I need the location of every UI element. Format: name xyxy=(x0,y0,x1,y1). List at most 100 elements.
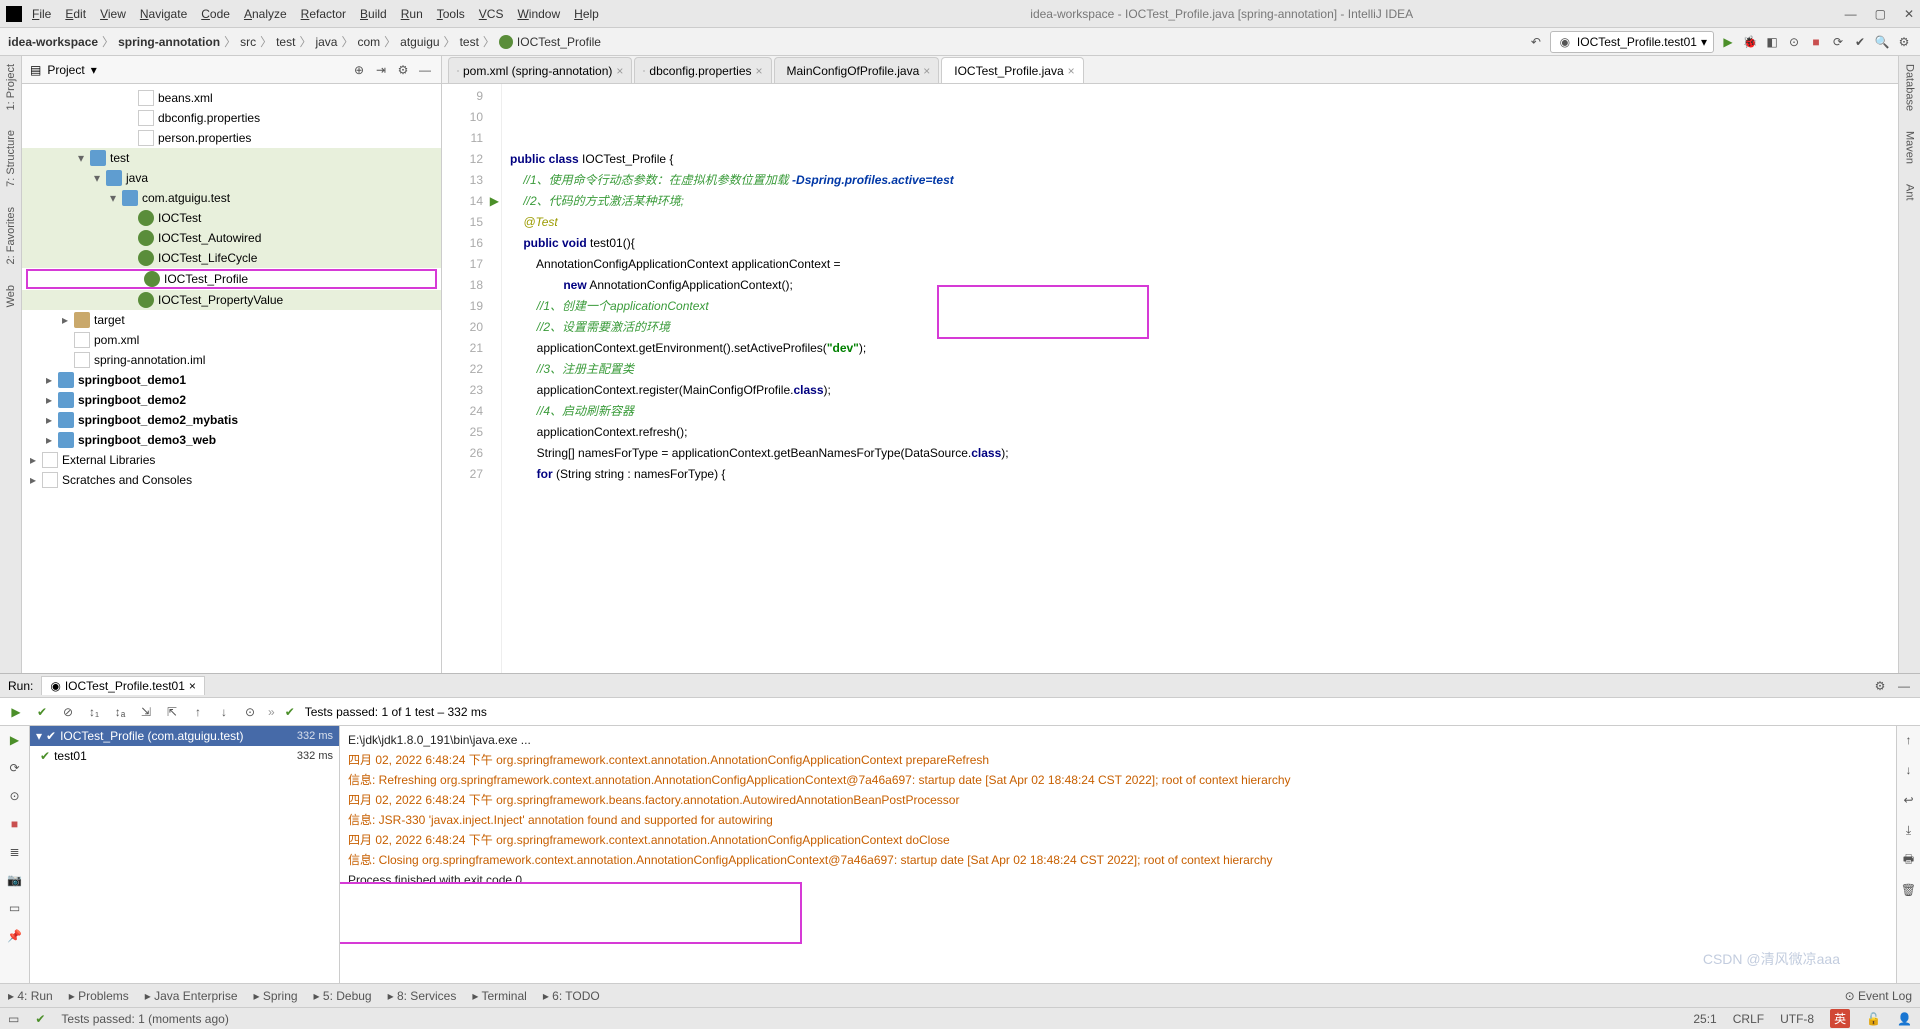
tool-window-button[interactable]: Web xyxy=(5,285,17,307)
stop-button[interactable]: ■ xyxy=(1808,34,1824,50)
tree-item[interactable]: IOCTest_Profile xyxy=(26,269,437,289)
toggle-auto-icon[interactable]: ⊙ xyxy=(7,788,23,804)
breadcrumb[interactable]: idea-workspace〉spring-annotation〉src〉tes… xyxy=(8,33,1522,50)
project-tree[interactable]: beans.xmldbconfig.propertiesperson.prope… xyxy=(22,84,441,673)
close-icon[interactable]: × xyxy=(189,679,196,693)
rerun-failed-icon[interactable]: ⟳ xyxy=(7,760,23,776)
print-icon[interactable]: 🖶 xyxy=(1901,852,1917,868)
pin-icon[interactable]: 📌 xyxy=(7,928,23,944)
breadcrumb-segment[interactable]: test xyxy=(460,35,479,49)
code-editor[interactable]: 91011121314▶15161718192021222324252627 p… xyxy=(442,84,1898,673)
tree-item[interactable]: spring-annotation.iml xyxy=(22,350,441,370)
run-button[interactable]: ▶ xyxy=(1720,34,1736,50)
tree-item[interactable]: ▾com.atguigu.test xyxy=(22,188,441,208)
close-icon[interactable]: ✕ xyxy=(1904,7,1914,21)
back-arrow-icon[interactable]: ↶ xyxy=(1528,34,1544,50)
bottom-tool-button[interactable]: ▸ Problems xyxy=(69,989,129,1003)
bottom-tool-button[interactable]: ▸ Terminal xyxy=(472,989,527,1003)
tool-window-button[interactable]: 2: Favorites xyxy=(5,207,17,264)
menu-run[interactable]: Run xyxy=(401,7,423,21)
breadcrumb-segment[interactable]: com xyxy=(357,35,380,49)
run-gutter-icon[interactable]: ▶ xyxy=(485,191,499,205)
tree-item[interactable]: IOCTest xyxy=(22,208,441,228)
menu-navigate[interactable]: Navigate xyxy=(140,7,187,21)
rerun-side-button[interactable]: ▶ xyxy=(7,732,23,748)
editor-tab[interactable]: dbconfig.properties× xyxy=(634,57,771,83)
minimize-icon[interactable]: — xyxy=(1845,7,1857,21)
file-encoding[interactable]: UTF-8 xyxy=(1780,1012,1814,1026)
coverage-button[interactable]: ◧ xyxy=(1764,34,1780,50)
collapse-all-icon[interactable]: ⇥ xyxy=(373,62,389,78)
breadcrumb-segment[interactable]: spring-annotation xyxy=(118,35,220,49)
menu-view[interactable]: View xyxy=(100,7,126,21)
status-info-icon[interactable]: ▭ xyxy=(8,1012,19,1026)
search-icon[interactable]: 🔍 xyxy=(1874,34,1890,50)
stop-side-button[interactable]: ■ xyxy=(7,816,23,832)
lock-icon[interactable]: 🔓 xyxy=(1866,1012,1881,1026)
bottom-tool-button[interactable]: ▸ Spring xyxy=(254,989,298,1003)
test-tree-row[interactable]: ▾✔IOCTest_Profile (com.atguigu.test)332 … xyxy=(30,726,339,746)
menu-tools[interactable]: Tools xyxy=(437,7,465,21)
profile-button[interactable]: ⊙ xyxy=(1786,34,1802,50)
test-tree-row[interactable]: ✔test01332 ms xyxy=(30,746,339,766)
debug-button[interactable]: 🐞 xyxy=(1742,34,1758,50)
caret-position[interactable]: 25:1 xyxy=(1693,1012,1716,1026)
tree-item[interactable]: beans.xml xyxy=(22,88,441,108)
locate-icon[interactable]: ⊕ xyxy=(351,62,367,78)
breadcrumb-segment[interactable]: src xyxy=(240,35,256,49)
toggle-ignored-icon[interactable]: ⊘ xyxy=(60,704,76,720)
maximize-icon[interactable]: ▢ xyxy=(1875,7,1886,21)
menu-help[interactable]: Help xyxy=(574,7,599,21)
camera-icon[interactable]: 📷 xyxy=(7,872,23,888)
editor-tab[interactable]: pom.xml (spring-annotation)× xyxy=(448,57,632,83)
collapse-all-icon[interactable]: ⇱ xyxy=(164,704,180,720)
breadcrumb-segment[interactable]: test xyxy=(276,35,295,49)
breadcrumb-segment[interactable]: atguigu xyxy=(400,35,439,49)
bottom-tool-button[interactable]: ▸ 6: TODO xyxy=(543,989,600,1003)
hide-icon[interactable]: — xyxy=(1896,678,1912,694)
inspection-icon[interactable]: 👤 xyxy=(1897,1012,1912,1026)
tree-item[interactable]: person.properties xyxy=(22,128,441,148)
close-icon[interactable]: × xyxy=(756,64,763,78)
import-results-icon[interactable]: ⊙ xyxy=(242,704,258,720)
menu-code[interactable]: Code xyxy=(201,7,230,21)
tree-item[interactable]: IOCTest_LifeCycle xyxy=(22,248,441,268)
menu-analyze[interactable]: Analyze xyxy=(244,7,287,21)
menu-edit[interactable]: Edit xyxy=(65,7,86,21)
gear-icon[interactable]: ⚙ xyxy=(1872,678,1888,694)
chevron-down-icon[interactable]: ▾ xyxy=(91,63,97,77)
prev-failed-icon[interactable]: ↑ xyxy=(190,704,206,720)
event-log-button[interactable]: ⊙ Event Log xyxy=(1845,989,1912,1003)
clear-icon[interactable]: 🗑 xyxy=(1901,882,1917,898)
bottom-tool-button[interactable]: ▸ 4: Run xyxy=(8,989,53,1003)
bottom-tool-button[interactable]: ▸ 5: Debug xyxy=(314,989,372,1003)
tree-item[interactable]: ▸springboot_demo2 xyxy=(22,390,441,410)
tool-window-button[interactable]: 1: Project xyxy=(5,64,17,110)
down-icon[interactable]: ↓ xyxy=(1901,762,1917,778)
editor-tab[interactable]: MainConfigOfProfile.java× xyxy=(774,57,940,83)
breadcrumb-segment[interactable]: idea-workspace xyxy=(8,35,98,49)
expand-all-icon[interactable]: ⇲ xyxy=(138,704,154,720)
tree-item[interactable]: pom.xml xyxy=(22,330,441,350)
tool-window-button[interactable]: Database xyxy=(1904,64,1916,111)
test-tree[interactable]: ▾✔IOCTest_Profile (com.atguigu.test)332 … xyxy=(30,726,340,983)
soft-wrap-icon[interactable]: ↩ xyxy=(1901,792,1917,808)
up-icon[interactable]: ↑ xyxy=(1901,732,1917,748)
menu-vcs[interactable]: VCS xyxy=(479,7,504,21)
close-icon[interactable]: × xyxy=(923,64,930,78)
tree-item[interactable]: ▾test xyxy=(22,148,441,168)
tree-item[interactable]: ▸springboot_demo1 xyxy=(22,370,441,390)
bottom-tool-button[interactable]: ▸ Java Enterprise xyxy=(145,989,238,1003)
next-failed-icon[interactable]: ↓ xyxy=(216,704,232,720)
gear-icon[interactable]: ⚙ xyxy=(395,62,411,78)
tool-window-button[interactable]: Maven xyxy=(1904,131,1916,164)
close-icon[interactable]: × xyxy=(1068,64,1075,78)
rerun-button[interactable]: ▶ xyxy=(8,704,24,720)
code-content[interactable]: public class IOCTest_Profile { //1、使用命令行… xyxy=(502,84,1898,673)
tree-item[interactable]: ▸springboot_demo2_mybatis xyxy=(22,410,441,430)
menu-window[interactable]: Window xyxy=(517,7,560,21)
close-icon[interactable]: × xyxy=(616,64,623,78)
tool-window-button[interactable]: 7: Structure xyxy=(5,130,17,187)
vcs-commit-icon[interactable]: ✔ xyxy=(1852,34,1868,50)
toggle-passed-icon[interactable]: ✔ xyxy=(34,704,50,720)
